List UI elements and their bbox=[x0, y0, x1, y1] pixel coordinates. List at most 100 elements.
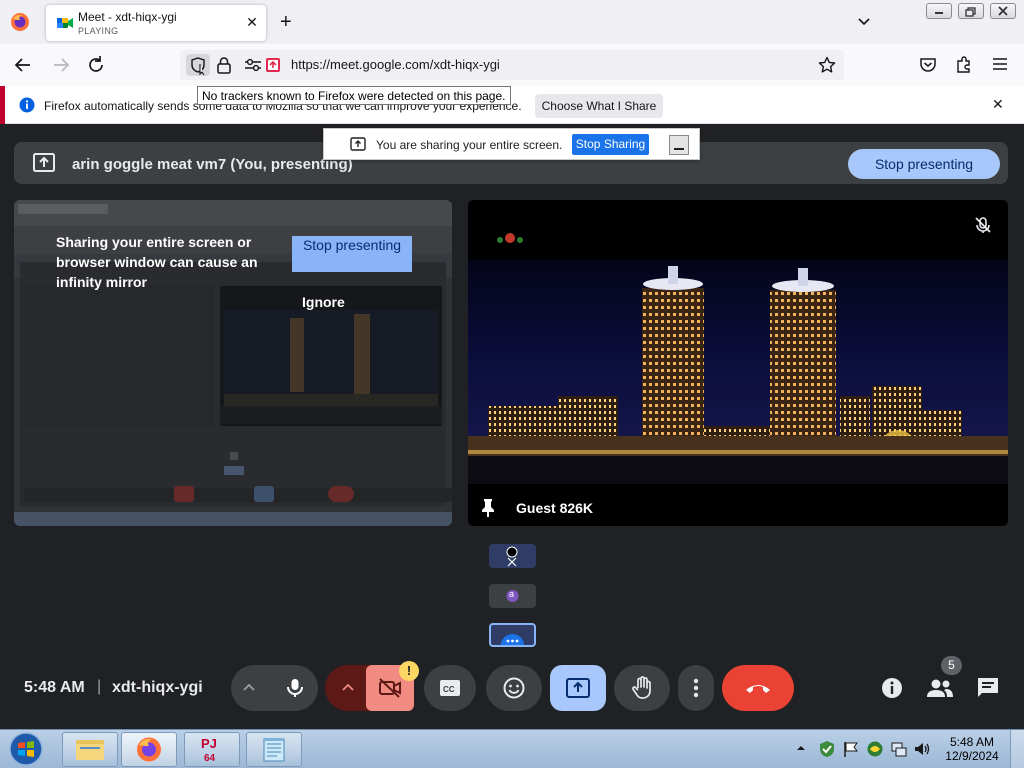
mini-tile-avatar-letter: a bbox=[509, 589, 515, 599]
meeting-details-info-icon[interactable] bbox=[880, 676, 904, 700]
closed-captions-icon: CC bbox=[440, 680, 460, 696]
list-all-tabs-icon[interactable] bbox=[856, 14, 872, 30]
explorer-icon bbox=[76, 740, 104, 760]
extensions-puzzle-icon[interactable] bbox=[955, 55, 973, 73]
mini-tile-speaking[interactable] bbox=[489, 623, 536, 647]
bookmark-star-icon[interactable] bbox=[818, 56, 836, 74]
sharing-status-text: You are sharing your entire screen. bbox=[376, 138, 563, 152]
microphone-icon bbox=[287, 679, 303, 697]
audio-options-chevron-icon[interactable] bbox=[241, 680, 257, 696]
security-tray-icon[interactable] bbox=[818, 740, 836, 758]
restore-window-button[interactable] bbox=[958, 3, 984, 19]
meeting-clock: 5:48 AM bbox=[24, 679, 85, 696]
chat-icon[interactable] bbox=[976, 676, 1000, 700]
participants-count-badge: 5 bbox=[941, 656, 962, 675]
notification-accent-stripe bbox=[0, 86, 5, 124]
pin-icon[interactable] bbox=[480, 498, 496, 518]
tracker-tooltip: No trackers known to Firefox were detect… bbox=[197, 86, 511, 105]
taskbar-pj64-button[interactable]: PJ 64 bbox=[184, 732, 240, 767]
raise-hand-button[interactable] bbox=[614, 665, 670, 711]
more-options-button[interactable] bbox=[678, 665, 714, 711]
forward-arrow-icon[interactable] bbox=[48, 52, 74, 78]
guest-video-feed bbox=[468, 200, 1008, 484]
update-tray-icon[interactable] bbox=[866, 740, 884, 758]
hand-icon bbox=[632, 676, 651, 699]
tab-title: Meet - xdt-hiqx-ygi bbox=[78, 10, 177, 24]
share-screen-icon bbox=[350, 137, 366, 151]
mini-tile-muted[interactable] bbox=[489, 544, 536, 568]
address-bar[interactable]: https://meet.google.com/xdt-hiqx-ygi bbox=[180, 50, 844, 80]
choose-what-i-share-button[interactable]: Choose What I Share bbox=[535, 94, 663, 118]
hamburger-menu-icon[interactable] bbox=[991, 56, 1009, 72]
screen-sharing-indicator-icon[interactable] bbox=[265, 57, 281, 73]
participant-tile-guest[interactable]: Guest 826K bbox=[468, 200, 1008, 526]
taskbar-clock-date: 12/9/2024 bbox=[945, 749, 999, 763]
infinity-mirror-warning-text: Sharing your entire screen or browser wi… bbox=[56, 234, 258, 290]
new-tab-icon[interactable]: + bbox=[280, 11, 292, 33]
present-to-all-icon bbox=[566, 678, 590, 698]
mirror-stop-presenting-button[interactable]: Stop presenting bbox=[292, 236, 412, 272]
tab-strip: Meet - xdt-hiqx-ygi PLAYING ✕ + bbox=[0, 0, 1024, 44]
meet-favicon-icon bbox=[56, 14, 74, 32]
url-text[interactable]: https://meet.google.com/xdt-hiqx-ygi bbox=[291, 57, 500, 72]
pj64-icon: PJ 64 bbox=[201, 736, 217, 764]
notification-close-icon[interactable]: ✕ bbox=[992, 96, 1004, 113]
captions-button[interactable]: CC bbox=[424, 665, 476, 711]
meeting-code: xdt-hiqx-ygi bbox=[112, 679, 203, 696]
svg-text:PJ: PJ bbox=[201, 736, 217, 751]
guest-muted-mic-icon bbox=[973, 215, 993, 235]
taskbar-clock[interactable]: 5:48 AM 12/9/2024 bbox=[943, 735, 1001, 763]
people-icon[interactable] bbox=[926, 676, 954, 700]
video-options-chevron-icon[interactable] bbox=[340, 680, 356, 696]
start-button-icon[interactable] bbox=[6, 731, 46, 767]
presenting-title: arin goggle meat vm7 (You, presenting) bbox=[72, 156, 353, 173]
camera-alert-badge: ! bbox=[399, 661, 419, 681]
data-collection-notification-bar: Firefox automatically sends some data to… bbox=[0, 86, 1024, 124]
footer-separator: | bbox=[97, 678, 102, 695]
reload-icon[interactable] bbox=[83, 52, 109, 78]
network-tray-icon[interactable] bbox=[890, 740, 908, 758]
leave-call-button[interactable] bbox=[722, 665, 794, 711]
minimize-popup-button[interactable] bbox=[669, 135, 689, 155]
lock-icon[interactable] bbox=[216, 56, 232, 74]
stop-sharing-button[interactable]: Stop Sharing bbox=[572, 134, 649, 155]
present-now-button[interactable] bbox=[550, 665, 606, 711]
screen-sharing-indicator-popup: You are sharing your entire screen. Stop… bbox=[323, 128, 700, 160]
back-arrow-icon[interactable] bbox=[10, 52, 36, 78]
info-icon bbox=[19, 97, 35, 113]
mirror-ignore-button[interactable]: Ignore bbox=[302, 294, 345, 310]
reactions-button[interactable] bbox=[486, 665, 542, 711]
mini-tile-self[interactable]: a bbox=[489, 584, 536, 608]
tab-playing-label: PLAYING bbox=[78, 26, 119, 36]
volume-tray-icon[interactable] bbox=[913, 740, 931, 758]
notepad-icon bbox=[263, 738, 285, 762]
taskbar-firefox-button[interactable] bbox=[121, 732, 177, 767]
minimize-window-button[interactable] bbox=[926, 3, 952, 19]
more-vert-icon bbox=[693, 678, 699, 698]
firefox-menu-icon[interactable] bbox=[10, 12, 30, 32]
close-window-button[interactable] bbox=[990, 3, 1016, 19]
microphone-button[interactable] bbox=[272, 665, 318, 711]
svg-text:64: 64 bbox=[204, 753, 216, 764]
tracking-protection-shield-icon[interactable] bbox=[186, 54, 210, 76]
permissions-icon[interactable] bbox=[244, 57, 262, 73]
stop-presenting-button[interactable]: Stop presenting bbox=[848, 149, 1000, 179]
action-center-flag-icon[interactable] bbox=[842, 740, 860, 758]
firefox-icon bbox=[137, 737, 161, 762]
taskbar-explorer-button[interactable] bbox=[62, 732, 118, 767]
browser-tab[interactable]: Meet - xdt-hiqx-ygi PLAYING ✕ bbox=[46, 5, 266, 41]
navigation-toolbar: https://meet.google.com/xdt-hiqx-ygi bbox=[0, 44, 1024, 86]
pocket-icon[interactable] bbox=[919, 56, 937, 74]
svg-text:CC: CC bbox=[443, 685, 455, 694]
emoji-icon bbox=[503, 677, 525, 699]
show-desktop-button[interactable] bbox=[1010, 730, 1024, 768]
show-hidden-icons-icon[interactable] bbox=[796, 743, 806, 753]
tab-close-icon[interactable]: ✕ bbox=[244, 14, 260, 30]
guest-name-label: Guest 826K bbox=[516, 500, 594, 516]
taskbar-notepad-button[interactable] bbox=[246, 732, 302, 767]
call-end-icon bbox=[746, 685, 770, 693]
presentation-tile: Sharing your entire screen or browser wi… bbox=[14, 200, 452, 526]
present-screen-icon bbox=[32, 152, 56, 174]
microphone-control-group bbox=[231, 665, 318, 711]
taskbar-clock-time: 5:48 AM bbox=[949, 735, 995, 749]
